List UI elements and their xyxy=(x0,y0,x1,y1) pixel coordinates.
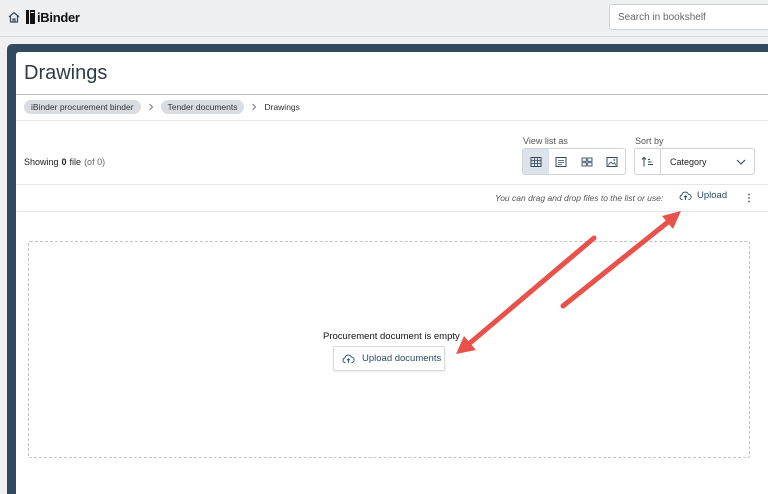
sort-direction-button[interactable] xyxy=(634,148,661,175)
more-options-icon[interactable] xyxy=(747,193,751,203)
image-view-button[interactable] xyxy=(600,149,626,174)
breadcrumb-current: Drawings xyxy=(264,102,300,112)
toolbar-divider-top xyxy=(16,184,768,185)
drag-drop-hint: You can drag and drop files to the list … xyxy=(495,193,664,203)
cloud-upload-icon xyxy=(342,354,355,363)
top-bar: iBinder xyxy=(0,0,768,37)
ibinder-logo[interactable]: iBinder xyxy=(26,9,80,25)
binder-logo-icon xyxy=(26,10,35,24)
sort-by-label: Sort by xyxy=(635,136,664,146)
view-list-label: View list as xyxy=(523,136,568,146)
table-view-button[interactable] xyxy=(523,149,549,174)
chevron-down-icon xyxy=(736,159,746,165)
view-mode-toggle xyxy=(522,148,626,175)
upload-label: Upload xyxy=(697,190,728,201)
breadcrumb: iBinder procurement binder Tender docume… xyxy=(24,100,300,114)
home-icon[interactable] xyxy=(7,10,21,24)
grid-view-button[interactable] xyxy=(574,149,600,174)
sort-ascending-icon xyxy=(641,156,653,166)
breadcrumb-item-binder[interactable]: iBinder procurement binder xyxy=(24,100,141,114)
file-word: file xyxy=(69,157,82,167)
upload-documents-button[interactable]: Upload documents xyxy=(333,346,445,371)
breadcrumb-divider xyxy=(16,120,768,121)
breadcrumb-item-tender-documents[interactable]: Tender documents xyxy=(160,100,245,114)
list-icon xyxy=(555,156,567,167)
title-divider xyxy=(16,94,768,95)
document-panel: Drawings iBinder procurement binder Tend… xyxy=(16,52,768,494)
upload-button[interactable]: Upload xyxy=(679,190,727,201)
empty-state-message: Procurement document is empty xyxy=(323,331,460,342)
table-icon xyxy=(530,156,542,167)
page-title: Drawings xyxy=(24,62,108,84)
showing-label: Showing xyxy=(24,157,59,167)
bookshelf-search-input[interactable] xyxy=(609,4,768,30)
file-total: (of 0) xyxy=(84,157,106,167)
list-view-button[interactable] xyxy=(549,149,575,174)
file-count: Showing 0 file (of 0) xyxy=(24,157,105,167)
image-icon xyxy=(606,156,618,167)
toolbar-divider-bottom xyxy=(16,211,768,212)
chevron-right-icon xyxy=(252,103,257,111)
file-count-number: 0 xyxy=(61,157,67,167)
grid-icon xyxy=(581,157,593,166)
cloud-upload-icon xyxy=(679,191,692,200)
upload-documents-label: Upload documents xyxy=(362,353,442,364)
logo-text: iBinder xyxy=(37,9,80,25)
sort-by-value: Category xyxy=(670,156,707,167)
chevron-right-icon xyxy=(148,103,153,111)
sort-by-select[interactable]: Category xyxy=(660,148,755,175)
